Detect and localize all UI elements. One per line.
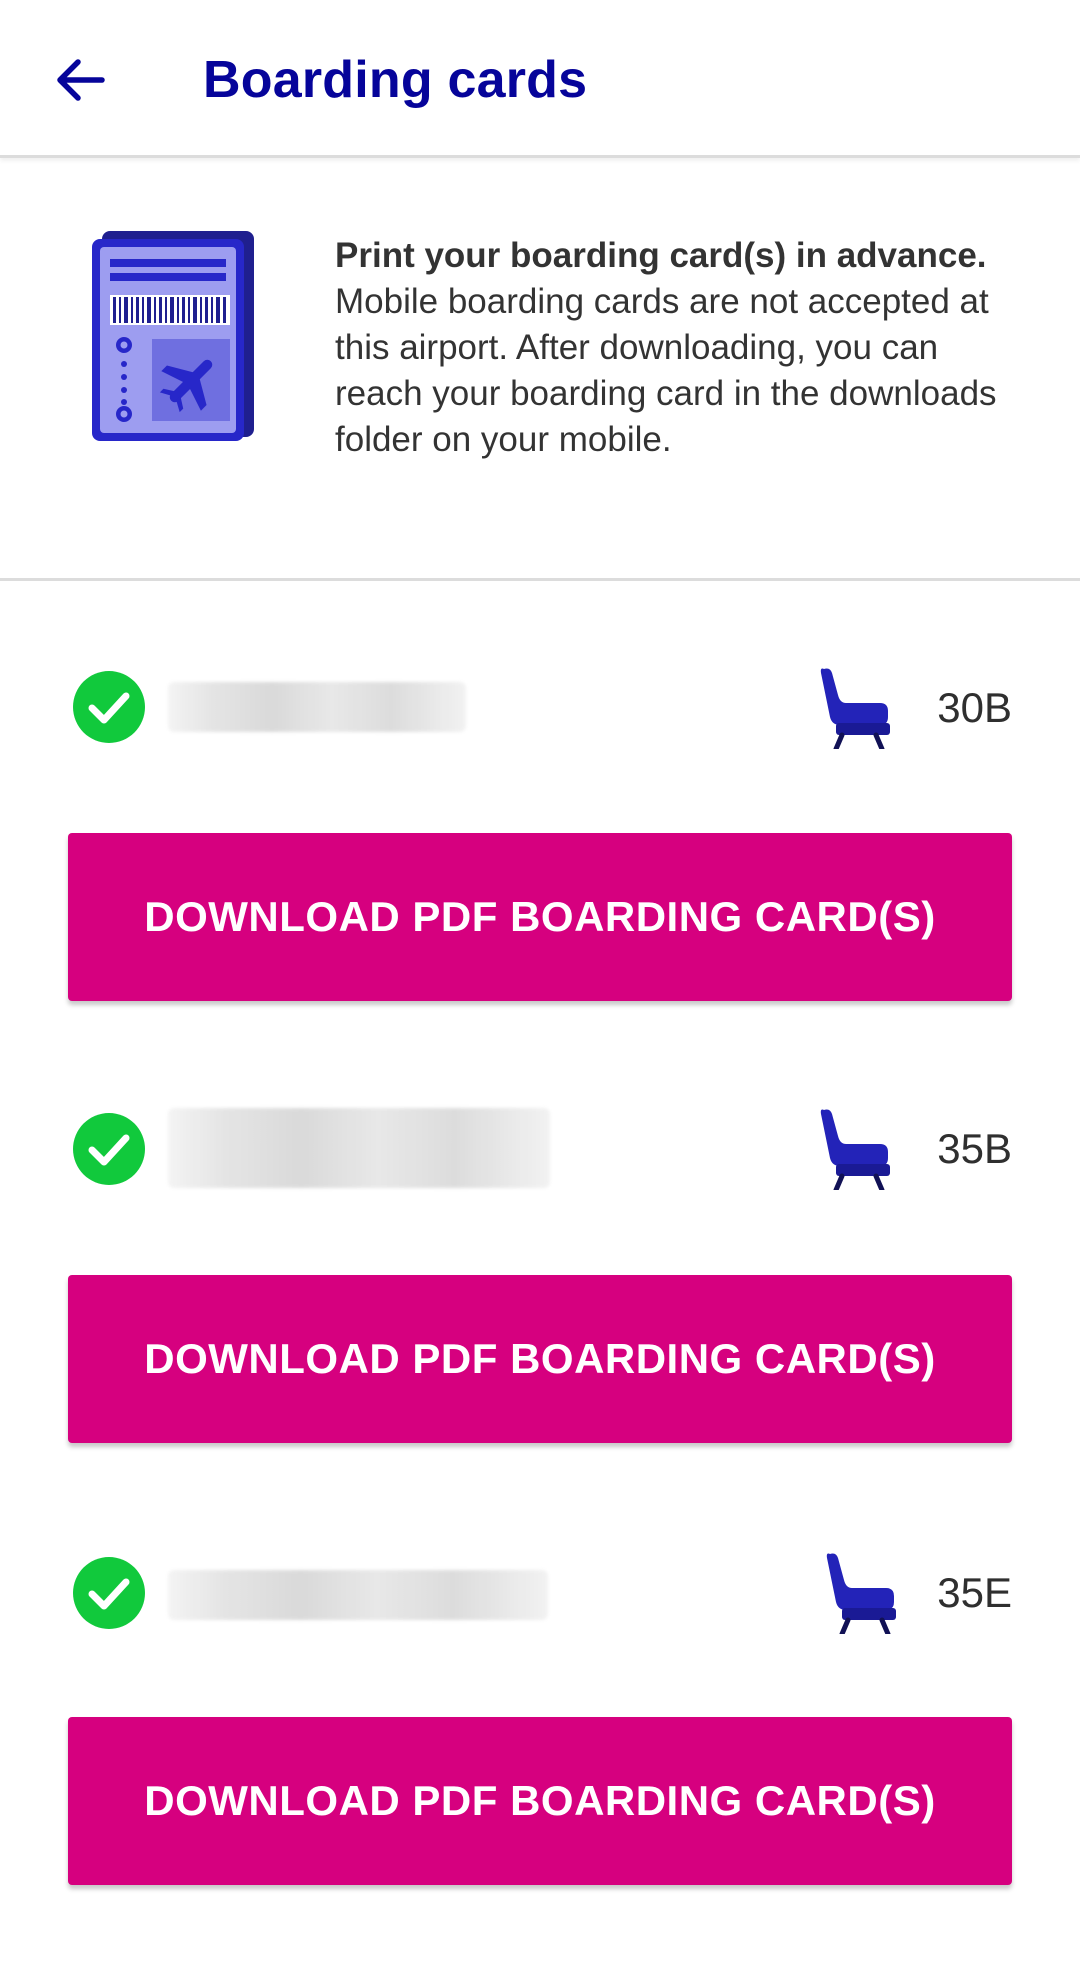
boarding-card-illustration bbox=[92, 231, 254, 441]
page-title: Boarding cards bbox=[203, 51, 588, 109]
boarding-cards-screen: Boarding cards Print your boarding card(… bbox=[0, 0, 1080, 1966]
back-button[interactable] bbox=[40, 40, 120, 120]
download-pdf-boarding-card-button-3[interactable]: DOWNLOAD PDF BOARDING CARD(S) bbox=[68, 1717, 1012, 1885]
download-pdf-boarding-card-button-2[interactable]: DOWNLOAD PDF BOARDING CARD(S) bbox=[68, 1275, 1012, 1443]
passenger-name-redacted bbox=[168, 1108, 550, 1188]
top-app-bar: Boarding cards bbox=[0, 0, 1080, 158]
print-advance-message: Print your boarding card(s) in advance. … bbox=[335, 233, 1025, 463]
seat-number: 30B bbox=[937, 684, 1012, 731]
passenger-row-2: 35B bbox=[0, 1078, 1080, 1218]
check-circle-icon bbox=[73, 1557, 145, 1629]
print-info-section: Print your boarding card(s) in advance. … bbox=[0, 161, 1080, 581]
check-circle-icon bbox=[73, 671, 145, 743]
arrow-left-icon bbox=[57, 59, 105, 101]
seat-number: 35B bbox=[937, 1125, 1012, 1172]
passenger-name-redacted bbox=[168, 1570, 548, 1620]
download-pdf-boarding-card-button-1[interactable]: DOWNLOAD PDF BOARDING CARD(S) bbox=[68, 833, 1012, 1001]
passenger-row-1: 30B bbox=[0, 637, 1080, 777]
seat-number: 35E bbox=[937, 1569, 1012, 1616]
passenger-row-3: 35E bbox=[0, 1520, 1080, 1660]
print-advance-body: Mobile boarding cards are not accepted a… bbox=[335, 282, 997, 459]
check-circle-icon bbox=[73, 1113, 145, 1185]
print-advance-bold: Print your boarding card(s) in advance. bbox=[335, 236, 987, 275]
passenger-name-redacted bbox=[168, 682, 466, 732]
